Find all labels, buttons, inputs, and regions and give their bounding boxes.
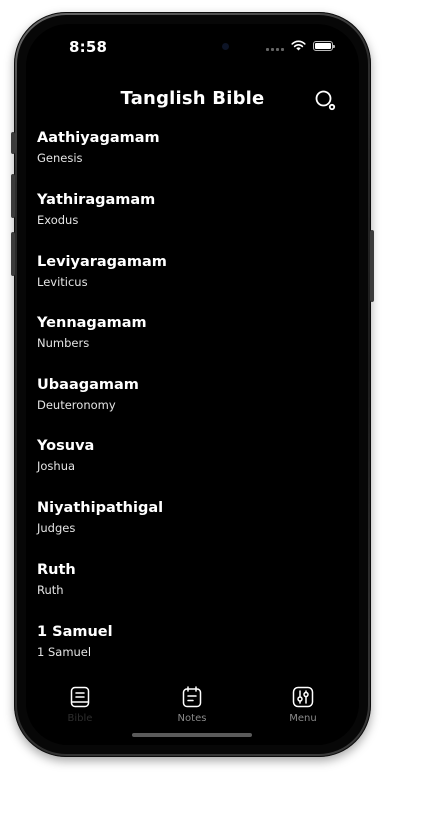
dynamic-island bbox=[160, 35, 229, 57]
book-tanglish-name: Leviyaragamam bbox=[37, 254, 167, 270]
tab-notes-label: Notes bbox=[177, 713, 207, 724]
battery-icon bbox=[313, 40, 335, 51]
book-tanglish-name: Yennagamam bbox=[37, 315, 147, 331]
front-camera bbox=[222, 43, 229, 50]
book-item-exodus[interactable]: Yathiragamam Exodus bbox=[37, 192, 337, 240]
home-indicator[interactable] bbox=[132, 733, 252, 737]
status-bar: 8:58 bbox=[26, 24, 359, 72]
status-icons bbox=[266, 40, 335, 51]
book-icon bbox=[70, 686, 90, 708]
search-button[interactable] bbox=[313, 88, 337, 112]
book-english-name: Joshua bbox=[37, 459, 76, 473]
book-tanglish-name: Yathiragamam bbox=[37, 192, 156, 208]
book-tanglish-name: Niyathipathigal bbox=[37, 500, 164, 516]
book-item-judges[interactable]: Niyathipathigal Judges bbox=[37, 500, 337, 548]
book-item-numbers[interactable]: Yennagamam Numbers bbox=[37, 315, 337, 363]
book-english-name: Exodus bbox=[37, 213, 79, 227]
tab-menu-label: Menu bbox=[289, 713, 317, 724]
tab-bible-label: Bible bbox=[67, 713, 93, 724]
book-english-name: Leviticus bbox=[37, 275, 88, 289]
app-screen: 8:58 Tanglish Bible Aathiyagamam Genesis bbox=[26, 24, 359, 745]
cellular-icon bbox=[266, 41, 284, 51]
book-item-deuteronomy[interactable]: Ubaagamam Deuteronomy bbox=[37, 377, 337, 425]
book-english-name: Numbers bbox=[37, 336, 90, 350]
book-item-ruth[interactable]: Ruth Ruth bbox=[37, 562, 337, 610]
status-time: 8:58 bbox=[69, 38, 108, 56]
sliders-icon bbox=[292, 686, 314, 708]
wifi-icon bbox=[291, 40, 306, 51]
book-english-name: Deuteronomy bbox=[37, 398, 116, 412]
book-tanglish-name: 1 Samuel bbox=[37, 624, 113, 640]
book-english-name: 1 Samuel bbox=[37, 645, 92, 659]
book-tanglish-name: Yosuva bbox=[37, 438, 95, 454]
tab-bar: Bible Notes Menu bbox=[26, 681, 359, 745]
tab-notes[interactable]: Notes bbox=[147, 685, 237, 727]
volume-up-button bbox=[11, 174, 15, 218]
book-tanglish-name: Ruth bbox=[37, 562, 76, 578]
book-tanglish-name: Ubaagamam bbox=[37, 377, 139, 393]
volume-down-button bbox=[11, 232, 15, 276]
book-item-1-samuel[interactable]: 1 Samuel 1 Samuel bbox=[37, 624, 337, 672]
book-tanglish-name: Aathiyagamam bbox=[37, 130, 160, 146]
book-item-genesis[interactable]: Aathiyagamam Genesis bbox=[37, 130, 337, 178]
page-title: Tanglish Bible bbox=[120, 88, 265, 109]
book-english-name: Ruth bbox=[37, 583, 64, 597]
search-icon bbox=[315, 90, 336, 111]
tab-bible[interactable]: Bible bbox=[35, 685, 125, 727]
action-button bbox=[11, 132, 15, 154]
notes-icon bbox=[182, 686, 202, 708]
app-header: Tanglish Bible bbox=[26, 84, 359, 116]
book-english-name: Genesis bbox=[37, 151, 83, 165]
tab-menu[interactable]: Menu bbox=[258, 685, 348, 727]
book-english-name: Judges bbox=[37, 521, 76, 535]
power-button bbox=[370, 230, 374, 302]
book-item-joshua[interactable]: Yosuva Joshua bbox=[37, 438, 337, 486]
book-item-leviticus[interactable]: Leviyaragamam Leviticus bbox=[37, 254, 337, 302]
